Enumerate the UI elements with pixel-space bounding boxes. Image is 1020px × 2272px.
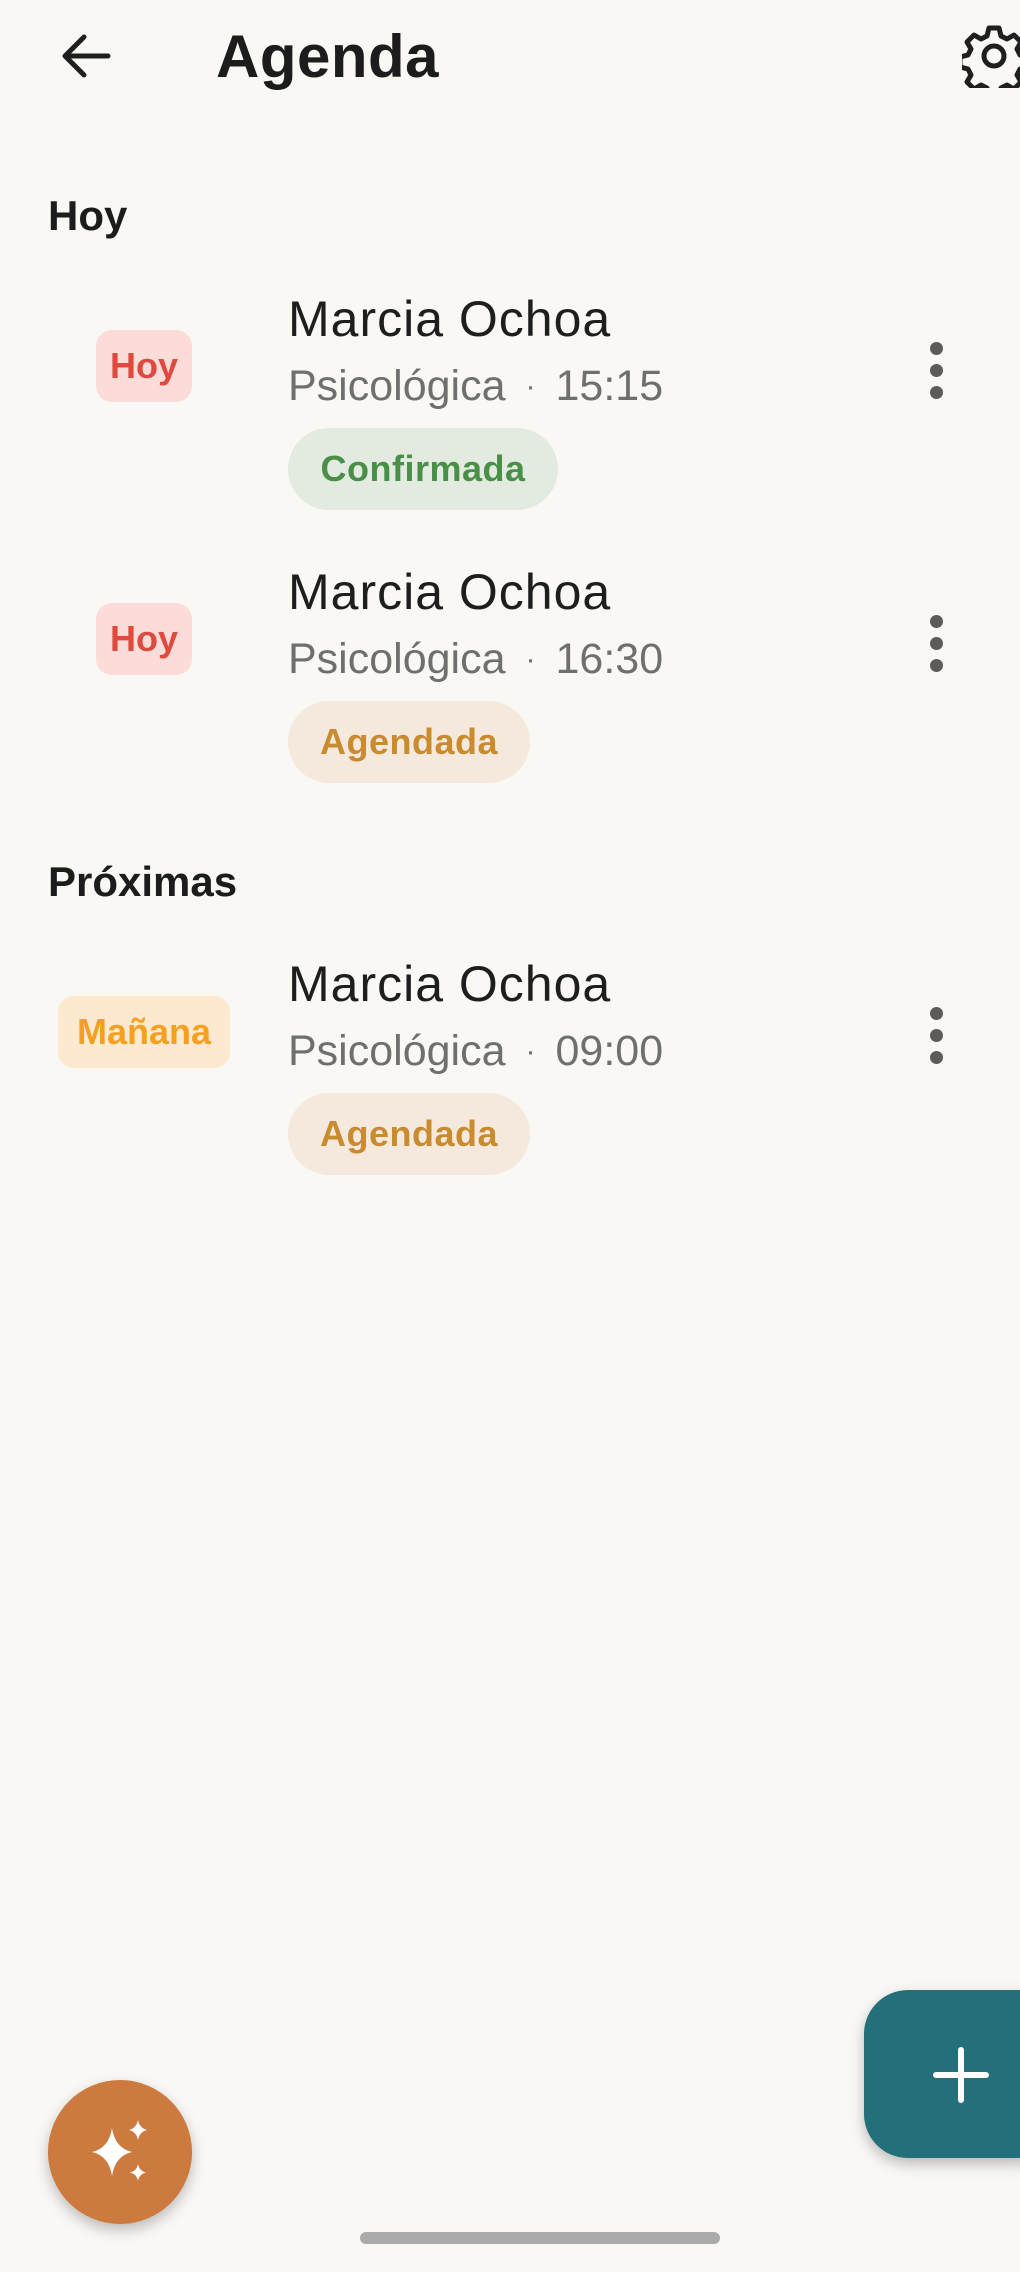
date-chip: Mañana <box>58 996 230 1068</box>
appointment-meta: Psicológica · 09:00 <box>288 1027 663 1076</box>
appointment-type: Psicológica <box>288 362 506 410</box>
back-button[interactable] <box>50 24 120 88</box>
more-vert-icon <box>929 341 943 355</box>
appointment-item[interactable]: Mañana Marcia Ochoa Psicológica · 09:00 … <box>0 955 1020 1205</box>
status-badge: Agendada <box>288 1093 530 1175</box>
meta-separator: · <box>525 369 536 403</box>
patient-name: Marcia Ochoa <box>288 956 612 1012</box>
more-options-button[interactable] <box>910 603 962 683</box>
meta-separator: · <box>525 1034 536 1068</box>
more-options-button[interactable] <box>910 330 962 410</box>
appointment-time: 09:00 <box>555 1027 664 1075</box>
appointment-meta: Psicológica · 15:15 <box>288 362 663 411</box>
status-badge: Agendada <box>288 701 530 783</box>
gear-icon <box>962 25 1020 88</box>
ai-assistant-button[interactable] <box>48 2080 192 2224</box>
section-header-hoy: Hoy <box>48 192 128 239</box>
plus-icon <box>933 2047 989 2103</box>
patient-name: Marcia Ochoa <box>288 291 612 347</box>
more-vert-icon <box>929 1006 943 1020</box>
date-chip: Hoy <box>96 330 192 402</box>
appointment-time: 16:30 <box>555 635 664 683</box>
arrow-left-icon <box>62 34 111 78</box>
home-indicator <box>360 2232 720 2244</box>
patient-name: Marcia Ochoa <box>288 564 612 620</box>
section-header-proximas: Próximas <box>48 858 238 905</box>
add-appointment-button[interactable] <box>864 1990 1020 2158</box>
settings-button[interactable] <box>962 20 1020 92</box>
app-bar: Agenda <box>0 0 1020 112</box>
date-chip: Hoy <box>96 603 192 675</box>
more-vert-icon <box>929 614 943 628</box>
status-badge: Confirmada <box>288 428 558 510</box>
appointment-type: Psicológica <box>288 635 506 683</box>
more-options-button[interactable] <box>910 995 962 1075</box>
appointment-item[interactable]: Hoy Marcia Ochoa Psicológica · 16:30 Age… <box>0 563 1020 813</box>
meta-separator: · <box>525 642 536 676</box>
page-title: Agenda <box>216 23 440 90</box>
appointment-item[interactable]: Hoy Marcia Ochoa Psicológica · 15:15 Con… <box>0 290 1020 540</box>
appointment-time: 15:15 <box>555 362 664 410</box>
appointment-type: Psicológica <box>288 1027 506 1075</box>
sparkles-icon <box>92 2120 147 2181</box>
appointment-meta: Psicológica · 16:30 <box>288 635 663 684</box>
